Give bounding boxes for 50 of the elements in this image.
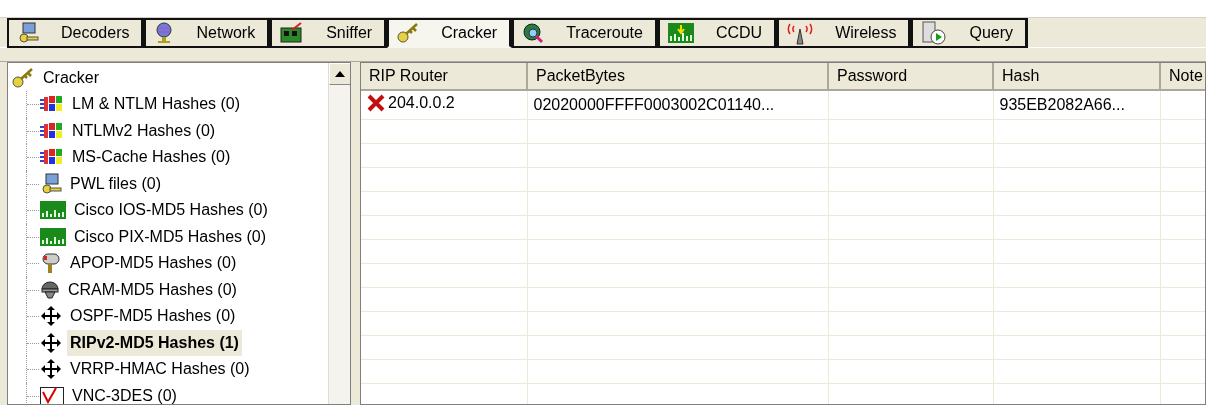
tab[interactable]: Cracker [387, 18, 513, 48]
tree-item[interactable]: PWL files (0) [67, 170, 164, 197]
column-header[interactable]: PacketBytes [527, 63, 828, 90]
four-arrows-icon [40, 358, 62, 381]
tree-item[interactable]: NTLMv2 Hashes (0) [69, 117, 219, 144]
antenna-icon [787, 21, 814, 45]
key-computer-icon [40, 172, 62, 195]
scroll-up-button[interactable] [329, 63, 350, 85]
table-cell-text: 204.0.0.2 [388, 93, 455, 113]
tab[interactable]: Decoders [7, 18, 145, 48]
tab[interactable]: Network [144, 18, 271, 48]
tree-item[interactable]: APOP-MD5 Hashes (0) [67, 250, 240, 277]
column-header[interactable]: Password [828, 63, 993, 90]
key-icon [12, 67, 34, 89]
tab[interactable]: Traceroute [512, 18, 658, 48]
tree-item[interactable]: OSPF-MD5 Hashes (0) [67, 303, 239, 330]
bar-meter-icon [667, 23, 694, 43]
windows-flag-icon [40, 120, 64, 141]
tree-item[interactable]: RIPv2-MD5 Hashes (1) [67, 329, 242, 356]
tab[interactable]: Wireless [777, 18, 912, 48]
mailbox-icon [40, 252, 62, 275]
tree-item[interactable]: VRRP-HMAC Hashes (0) [67, 356, 253, 383]
tree-item[interactable]: Cracker [40, 65, 102, 91]
tree-item[interactable]: Cisco IOS-MD5 Hashes (0) [71, 197, 271, 224]
tab[interactable]: Sniffer [270, 18, 388, 48]
tab[interactable]: CCDU [657, 18, 778, 48]
column-header[interactable]: RIP Router [361, 63, 527, 90]
plug-icon [40, 278, 60, 301]
tree-item[interactable]: CRAM-MD5 Hashes (0) [65, 276, 240, 303]
scrollbar[interactable] [328, 63, 350, 404]
column-header[interactable]: Note [1160, 63, 1205, 90]
tree-item[interactable]: MS-Cache Hashes (0) [69, 144, 234, 171]
tree-item[interactable]: VNC-3DES (0) [69, 382, 180, 404]
column-header[interactable]: Hash [993, 63, 1160, 90]
key-icon [397, 22, 420, 44]
globe-magnifier-icon [522, 22, 545, 44]
server-play-icon [921, 21, 948, 45]
four-arrows-icon [40, 305, 62, 328]
table-cell: 935EB2082A66... [999, 96, 1125, 113]
globe-icon [154, 22, 175, 44]
tree-item[interactable]: LM & NTLM Hashes (0) [69, 91, 244, 118]
bar-meter-icon [40, 201, 66, 220]
tab[interactable]: Query [911, 18, 1029, 48]
bar-meter-icon [40, 227, 66, 246]
circuit-board-icon [280, 22, 305, 44]
table-cell: 02020000FFFF0003002C01140... [533, 96, 775, 113]
up-arrow-icon [335, 71, 345, 77]
tree-item[interactable]: Cisco PIX-MD5 Hashes (0) [71, 223, 270, 250]
four-arrows-icon [40, 331, 62, 354]
key-computer-icon [17, 22, 39, 44]
